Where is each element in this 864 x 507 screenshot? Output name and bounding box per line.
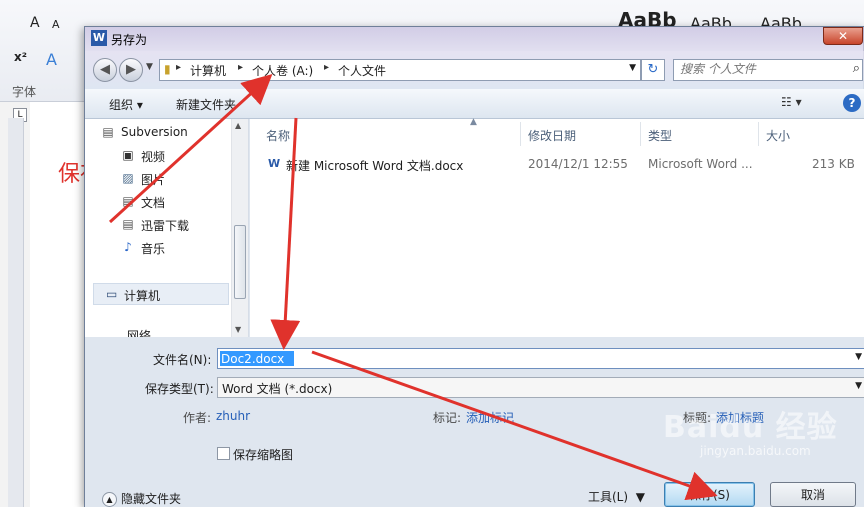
column-header-size[interactable]: 大小 <box>766 127 790 144</box>
filename-field[interactable]: ▼ <box>217 348 864 369</box>
nav-item-network[interactable]: ◍ 网络 <box>127 327 151 337</box>
view-options-icon[interactable]: ☷ ▾ <box>781 95 802 109</box>
recent-locations-icon[interactable]: ▼ <box>146 62 153 72</box>
text-effect-button[interactable]: A <box>46 50 57 69</box>
nav-scrollbar[interactable]: ▲ ▼ <box>231 119 248 337</box>
grow-font-button[interactable]: A <box>30 15 40 31</box>
nav-item-label: 文档 <box>141 196 166 210</box>
sort-arrow-icon: ▲ <box>470 117 477 127</box>
filetype-select[interactable]: Word 文档 (*.docx) ▼ <box>217 377 864 398</box>
file-size: 213 KB <box>812 157 855 171</box>
nav-item-subversion[interactable]: ▤ Subversion <box>102 125 188 139</box>
column-divider[interactable] <box>640 122 641 146</box>
nav-item-video[interactable]: ▣ 视频 <box>122 148 166 165</box>
breadcrumb-separator-icon[interactable]: ▸ <box>324 62 329 73</box>
address-dropdown-icon[interactable]: ▼ <box>629 63 636 73</box>
word-document-icon: W <box>268 157 281 170</box>
help-icon[interactable]: ? <box>843 94 861 112</box>
tools-button[interactable]: 工具(L) ▼ <box>588 488 645 505</box>
nav-item-label: Subversion <box>121 125 188 139</box>
video-icon: ▣ <box>122 148 134 162</box>
column-divider[interactable] <box>758 122 759 146</box>
address-bar-row: ◀ ▶ ▼ ▮ ▸ 计算机 ▸ 个人卷 (A:) ▸ 个人文件 ▼ ↻ ⌕ <box>85 51 864 89</box>
author-field[interactable]: zhuhr <box>216 409 250 423</box>
new-folder-button[interactable]: 新建文件夹 <box>176 96 236 113</box>
music-icon: ♪ <box>124 240 132 254</box>
cancel-button[interactable]: 取消 <box>770 482 856 507</box>
dialog-title: 另存为 <box>111 33 148 47</box>
search-box[interactable]: ⌕ <box>673 59 863 81</box>
filename-dropdown-icon[interactable]: ▼ <box>855 352 862 362</box>
nav-item-computer[interactable]: ▭ 计算机 <box>93 283 229 305</box>
filetype-label: 保存类型(T): <box>145 382 214 396</box>
nav-item-label: 网络 <box>127 329 152 337</box>
shrink-font-button[interactable]: A <box>52 18 60 31</box>
tags-label: 标记: <box>433 411 462 425</box>
chevron-up-icon: ▲ <box>102 492 117 507</box>
baidu-watermark: Baidu 经验 <box>663 410 838 445</box>
hide-folders-toggle[interactable]: ▲ 隐藏文件夹 <box>102 490 181 507</box>
nav-item-documents[interactable]: ▤ 文档 <box>122 194 166 211</box>
search-icon[interactable]: ⌕ <box>853 61 860 76</box>
filename-input[interactable] <box>220 351 294 366</box>
address-bar[interactable]: ▮ ▸ 计算机 ▸ 个人卷 (A:) ▸ 个人文件 ▼ <box>159 59 641 81</box>
subversion-icon: ▤ <box>102 125 114 139</box>
superscript-button[interactable]: x² <box>14 50 27 64</box>
nav-item-pictures[interactable]: ▨ 图片 <box>122 171 166 188</box>
breadcrumb-folder[interactable]: 个人文件 <box>338 62 386 79</box>
download-icon: ▤ <box>122 217 134 231</box>
filename-label: 文件名(N): <box>153 353 212 367</box>
word-app-icon: W <box>91 30 107 46</box>
nav-item-music[interactable]: ♪ 音乐 <box>124 240 166 257</box>
dialog-toolbar: 组织 ▾ 新建文件夹 ☷ ▾ ? <box>85 89 864 119</box>
nav-item-label: 计算机 <box>124 289 161 303</box>
nav-item-label: 迅雷下载 <box>141 219 190 233</box>
file-list: ▲ 名称 修改日期 类型 大小 W 新建 Microsoft Word 文档.d… <box>250 117 864 337</box>
filetype-value: Word 文档 (*.docx) <box>222 382 333 396</box>
column-header-name[interactable]: 名称 <box>266 127 290 144</box>
nav-item-label: 音乐 <box>141 242 166 256</box>
scroll-up-icon[interactable]: ▲ <box>235 121 241 130</box>
baidu-watermark-url: jingyan.baidu.com <box>700 444 811 458</box>
file-modified: 2014/12/1 12:55 <box>528 157 628 171</box>
breadcrumb-separator-icon[interactable]: ▸ <box>176 62 181 73</box>
dialog-titlebar[interactable]: W 另存为 ✕ <box>85 27 864 51</box>
filetype-dropdown-icon[interactable]: ▼ <box>855 381 862 391</box>
document-icon: ▤ <box>122 194 134 208</box>
close-button[interactable]: ✕ <box>823 27 863 45</box>
picture-icon: ▨ <box>122 171 134 185</box>
tags-field[interactable]: 添加标记 <box>466 409 514 426</box>
scroll-down-icon[interactable]: ▼ <box>235 325 241 334</box>
column-header-modified[interactable]: 修改日期 <box>528 127 576 144</box>
save-button[interactable]: 保存(S) <box>664 482 755 507</box>
file-type: Microsoft Word ... <box>648 157 753 171</box>
thumbnail-label: 保存缩略图 <box>233 448 294 462</box>
file-name: 新建 Microsoft Word 文档.docx <box>286 159 464 173</box>
forward-button[interactable]: ▶ <box>119 58 143 82</box>
nav-item-label: 视频 <box>141 150 166 164</box>
hide-folders-label: 隐藏文件夹 <box>121 492 182 506</box>
column-divider[interactable] <box>520 122 521 146</box>
font-group-label: 字体 <box>12 85 37 99</box>
scrollbar-thumb[interactable] <box>234 225 246 299</box>
folder-icon: ▮ <box>164 62 171 76</box>
computer-icon: ▭ <box>106 287 118 301</box>
breadcrumb-computer[interactable]: 计算机 <box>190 62 226 79</box>
nav-item-downloads[interactable]: ▤ 迅雷下载 <box>122 217 190 234</box>
breadcrumb-separator-icon[interactable]: ▸ <box>238 62 243 73</box>
thumbnail-checkbox[interactable] <box>217 447 230 460</box>
back-button[interactable]: ◀ <box>93 58 117 82</box>
vertical-ruler <box>8 118 24 507</box>
breadcrumb-drive[interactable]: 个人卷 (A:) <box>252 62 313 79</box>
refresh-icon[interactable]: ↻ <box>641 59 665 81</box>
organize-button[interactable]: 组织 ▾ <box>109 96 143 113</box>
nav-item-label: 图片 <box>141 173 166 187</box>
author-label: 作者: <box>183 411 212 425</box>
column-header-type[interactable]: 类型 <box>648 127 672 144</box>
tools-label: 工具(L) <box>588 490 629 504</box>
search-input[interactable] <box>680 62 840 76</box>
navigation-pane: ▤ Subversion ▣ 视频 ▨ 图片 ▤ 文档 ▤ 迅雷下载 ♪ 音乐 … <box>85 119 249 337</box>
